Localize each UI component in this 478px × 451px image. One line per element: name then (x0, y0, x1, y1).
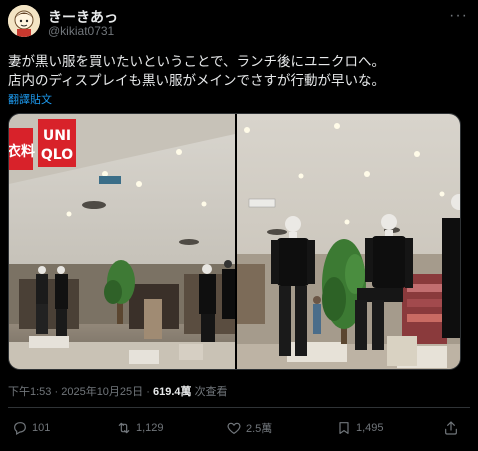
uniqlo-logo-line2: QLO (41, 147, 73, 163)
tweet-text-line: 店内のディスプレイも黒い服がメインでさすが行動が早いな。 (8, 73, 386, 88)
heart-icon (226, 420, 242, 436)
retweet-button[interactable]: 1,129 (116, 420, 164, 436)
bookmark-icon (336, 420, 352, 436)
tweet-header: きーきあっ @kikiat0731 ··· (8, 5, 470, 41)
share-button[interactable] (443, 420, 459, 436)
retweet-count: 1,129 (136, 422, 164, 434)
tweet-date[interactable]: 2025年10月25日 (61, 386, 143, 398)
tweet-text: 妻が黒い服を買いたいということで、ランチ後にユニクロへ。 店内のディスプレイも黒… (8, 52, 470, 90)
retweet-icon (116, 420, 132, 436)
reply-icon (12, 420, 28, 436)
like-count: 2.5萬 (246, 423, 273, 435)
like-button[interactable]: 2.5萬 (226, 420, 272, 436)
meta-separator: · (146, 386, 150, 398)
reply-button[interactable]: 101 (12, 420, 50, 436)
share-icon (443, 420, 459, 436)
author-handle[interactable]: @kikiat0731 (48, 24, 114, 38)
more-options-icon[interactable]: ··· (449, 7, 468, 25)
tweet-text-line: 妻が黒い服を買いたいということで、ランチ後にユニクロへ。 (8, 54, 386, 69)
tweet-meta: 下午1:53 · 2025年10月25日 · 619.4萬 次查看 (8, 383, 228, 399)
photo-left[interactable]: 衣料 UNI QLO (9, 114, 235, 369)
store-sign-kanji: 衣料 (9, 143, 35, 160)
reply-count: 101 (32, 422, 51, 434)
photo-right[interactable] (237, 114, 460, 369)
uniqlo-logo-line1: UNI (43, 128, 71, 144)
views-count: 619.4萬 (152, 386, 192, 398)
bookmark-button[interactable]: 1,495 (336, 420, 384, 436)
avatar[interactable] (8, 5, 40, 37)
translate-link[interactable]: 翻譯貼文 (8, 91, 52, 107)
tweet-time[interactable]: 下午1:53 (8, 386, 51, 398)
action-bar: 101 1,129 2.5萬 1,495 (8, 420, 470, 442)
bookmark-count: 1,495 (356, 422, 384, 434)
views-label: 次查看 (194, 386, 228, 398)
divider (8, 407, 470, 408)
tweet-media[interactable]: 衣料 UNI QLO (8, 113, 461, 370)
meta-separator: · (54, 386, 59, 398)
